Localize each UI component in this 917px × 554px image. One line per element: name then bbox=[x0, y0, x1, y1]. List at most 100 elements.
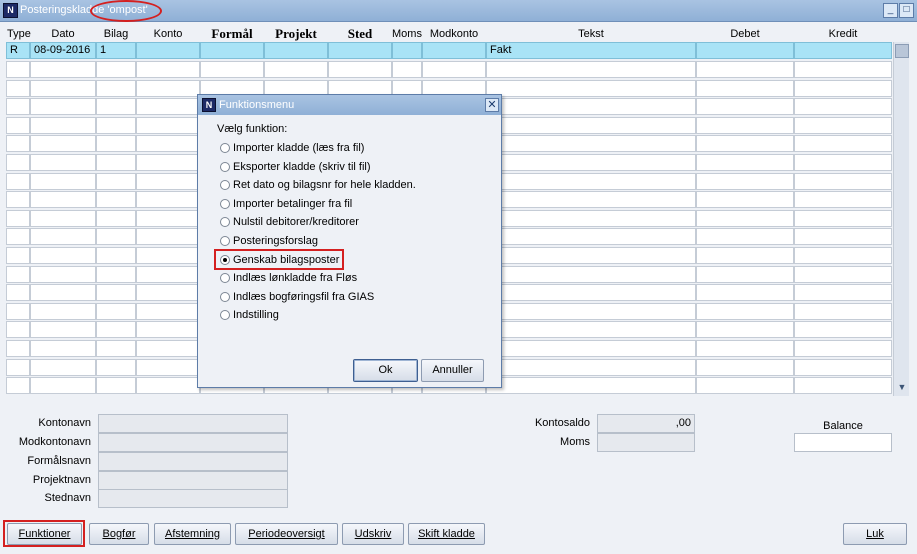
cell-konto[interactable] bbox=[136, 42, 200, 59]
empty-cell[interactable] bbox=[136, 80, 200, 97]
empty-cell[interactable] bbox=[96, 98, 136, 115]
empty-cell[interactable] bbox=[136, 321, 200, 338]
empty-cell[interactable] bbox=[96, 117, 136, 134]
close-icon[interactable]: ✕ bbox=[485, 98, 499, 112]
empty-cell[interactable] bbox=[696, 80, 794, 97]
scrollbar-thumb[interactable] bbox=[895, 44, 909, 58]
empty-cell[interactable] bbox=[264, 61, 328, 78]
empty-cell[interactable] bbox=[30, 191, 96, 208]
afstemning-button[interactable]: Afstemning bbox=[154, 523, 231, 545]
empty-cell[interactable] bbox=[696, 377, 794, 394]
empty-cell[interactable] bbox=[696, 135, 794, 152]
empty-cell[interactable] bbox=[6, 210, 30, 227]
empty-cell[interactable] bbox=[6, 135, 30, 152]
empty-cell[interactable] bbox=[794, 266, 892, 283]
empty-cell[interactable] bbox=[696, 340, 794, 357]
empty-cell[interactable] bbox=[422, 61, 486, 78]
empty-cell[interactable] bbox=[486, 80, 696, 97]
maximize-icon[interactable]: □ bbox=[899, 3, 914, 18]
scroll-down-icon[interactable]: ▼ bbox=[895, 380, 909, 394]
empty-cell[interactable] bbox=[30, 284, 96, 301]
cell-type[interactable]: R bbox=[6, 42, 30, 59]
empty-cell[interactable] bbox=[30, 377, 96, 394]
empty-cell[interactable] bbox=[794, 359, 892, 376]
empty-cell[interactable] bbox=[6, 284, 30, 301]
empty-cell[interactable] bbox=[6, 80, 30, 97]
radio-button[interactable] bbox=[220, 273, 230, 284]
empty-cell[interactable] bbox=[6, 117, 30, 134]
empty-cell[interactable] bbox=[30, 210, 96, 227]
cell-bilag[interactable]: 1 bbox=[96, 42, 136, 59]
bogfor-button[interactable]: Bogfør bbox=[89, 523, 149, 545]
empty-cell[interactable] bbox=[96, 228, 136, 245]
radio-button[interactable] bbox=[220, 236, 230, 246]
empty-cell[interactable] bbox=[794, 135, 892, 152]
empty-cell[interactable] bbox=[136, 340, 200, 357]
empty-cell[interactable] bbox=[486, 284, 696, 301]
empty-cell[interactable] bbox=[794, 210, 892, 227]
radio-button[interactable] bbox=[220, 198, 230, 209]
empty-cell[interactable] bbox=[794, 377, 892, 394]
empty-cell[interactable] bbox=[6, 173, 30, 190]
empty-cell[interactable] bbox=[30, 321, 96, 338]
empty-cell[interactable] bbox=[30, 247, 96, 264]
empty-cell[interactable] bbox=[30, 135, 96, 152]
empty-cell[interactable] bbox=[696, 321, 794, 338]
empty-cell[interactable] bbox=[486, 359, 696, 376]
cell-kredit[interactable] bbox=[794, 42, 892, 59]
empty-cell[interactable] bbox=[30, 303, 96, 320]
empty-cell[interactable] bbox=[794, 284, 892, 301]
empty-cell[interactable] bbox=[136, 98, 200, 115]
empty-cell[interactable] bbox=[96, 191, 136, 208]
empty-cell[interactable] bbox=[136, 303, 200, 320]
empty-cell[interactable] bbox=[696, 98, 794, 115]
periodeoversigt-button[interactable]: Periodeoversigt bbox=[235, 523, 338, 545]
empty-cell[interactable] bbox=[328, 61, 392, 78]
empty-cell[interactable] bbox=[200, 61, 264, 78]
empty-cell[interactable] bbox=[6, 98, 30, 115]
empty-cell[interactable] bbox=[486, 61, 696, 78]
empty-cell[interactable] bbox=[30, 61, 96, 78]
cell-dato[interactable]: 08-09-2016 bbox=[30, 42, 96, 59]
empty-cell[interactable] bbox=[6, 359, 30, 376]
empty-cell[interactable] bbox=[96, 377, 136, 394]
radio-button[interactable] bbox=[220, 310, 230, 321]
empty-cell[interactable] bbox=[486, 266, 696, 283]
empty-cell[interactable] bbox=[6, 154, 30, 171]
empty-cell[interactable] bbox=[486, 98, 696, 115]
empty-cell[interactable] bbox=[96, 135, 136, 152]
empty-cell[interactable] bbox=[136, 117, 200, 134]
empty-cell[interactable] bbox=[794, 247, 892, 264]
radio-button[interactable] bbox=[220, 291, 230, 302]
empty-cell[interactable] bbox=[486, 303, 696, 320]
empty-cell[interactable] bbox=[486, 321, 696, 338]
empty-cell[interactable] bbox=[794, 154, 892, 171]
cell-modkonto[interactable] bbox=[422, 42, 486, 59]
empty-cell[interactable] bbox=[486, 340, 696, 357]
empty-cell[interactable] bbox=[30, 80, 96, 97]
empty-cell[interactable] bbox=[96, 284, 136, 301]
ok-button[interactable]: Ok bbox=[353, 359, 418, 382]
cell-moms[interactable] bbox=[392, 42, 422, 59]
empty-cell[interactable] bbox=[696, 61, 794, 78]
empty-cell[interactable] bbox=[696, 191, 794, 208]
empty-cell[interactable] bbox=[96, 321, 136, 338]
cell-formaal[interactable] bbox=[200, 42, 264, 59]
empty-cell[interactable] bbox=[96, 340, 136, 357]
empty-cell[interactable] bbox=[6, 377, 30, 394]
empty-cell[interactable] bbox=[486, 228, 696, 245]
empty-cell[interactable] bbox=[96, 303, 136, 320]
empty-cell[interactable] bbox=[486, 135, 696, 152]
empty-cell[interactable] bbox=[486, 173, 696, 190]
empty-cell[interactable] bbox=[6, 191, 30, 208]
empty-cell[interactable] bbox=[794, 173, 892, 190]
empty-cell[interactable] bbox=[30, 228, 96, 245]
empty-cell[interactable] bbox=[136, 377, 200, 394]
empty-cell[interactable] bbox=[794, 98, 892, 115]
empty-cell[interactable] bbox=[6, 61, 30, 78]
empty-cell[interactable] bbox=[486, 210, 696, 227]
empty-cell[interactable] bbox=[392, 61, 422, 78]
minimize-icon[interactable]: _ bbox=[883, 3, 898, 18]
empty-cell[interactable] bbox=[794, 117, 892, 134]
empty-cell[interactable] bbox=[696, 154, 794, 171]
